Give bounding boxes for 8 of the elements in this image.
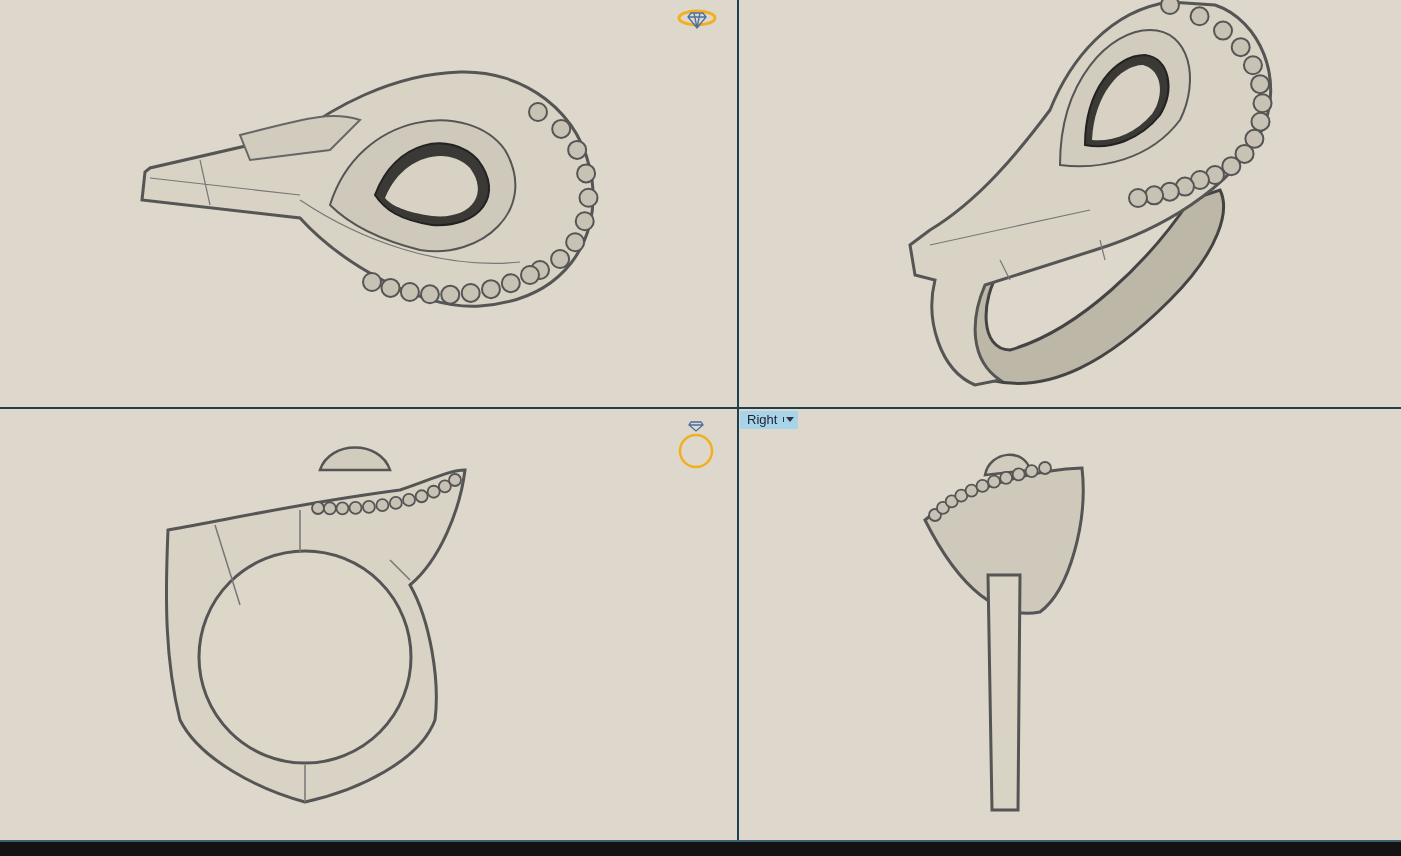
ring-icon[interactable] [677,7,717,29]
ring-icon[interactable] [677,420,715,470]
viewport[interactable] [0,409,737,840]
viewport[interactable]: Right [739,409,1401,840]
viewport[interactable] [0,0,737,407]
viewport[interactable] [739,0,1401,407]
caret-icon [783,417,795,422]
view-label[interactable]: Right [740,411,799,429]
